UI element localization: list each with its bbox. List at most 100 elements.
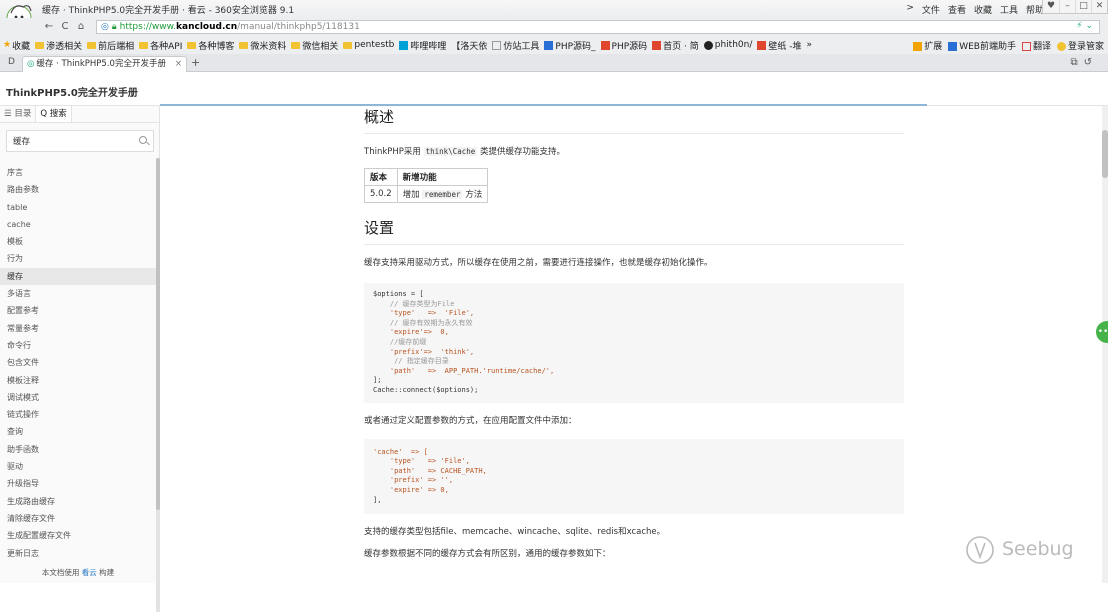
bookmark-item[interactable]: 各种博客 — [187, 39, 234, 52]
table-row: 5.0.2 增加 remember 方法 — [364, 185, 489, 203]
seebug-text: Seebug — [1002, 538, 1074, 560]
close-window-icon[interactable]: ✕ — [1091, 0, 1107, 13]
menu-file[interactable]: 文件 — [922, 3, 940, 16]
list-item[interactable]: 常量参考 — [0, 320, 156, 337]
address-bar[interactable]: ◎ 🔒︎ https://www. kancloud.cn/manual/thin… — [96, 20, 1100, 34]
list-item[interactable]: 查询 — [0, 423, 156, 440]
window-controls: ♥ – □ ✕ — [1042, 0, 1108, 14]
tab-tools-icon[interactable]: ⧉↺ — [1070, 57, 1098, 68]
tab-active[interactable]: ◎ 缓存 · ThinkPHP5.0完全开发手册 × — [22, 56, 187, 72]
sidebar-toggle-icon[interactable]: D — [8, 57, 15, 67]
bookmark-item[interactable]: 首页 · 简 — [652, 39, 699, 52]
doc-sidebar: ☰ 目录 Q 搜索 序言 路由参数 table cache 模板 行为 缓存 多… — [0, 106, 160, 612]
url-path: /manual/thinkphp5/118131 — [237, 22, 360, 32]
bookmark-item[interactable]: pentestb — [343, 40, 394, 50]
menu-favorites[interactable]: 收藏 — [974, 3, 992, 16]
menu-nav-arrow-icon[interactable]: > — [906, 3, 914, 16]
bookmark-item[interactable]: 【洛天依 — [451, 39, 487, 52]
search-input[interactable] — [7, 131, 127, 151]
menu-view[interactable]: 查看 — [948, 3, 966, 16]
bookmark-item[interactable]: phith0n/ — [703, 40, 752, 50]
bookmark-item[interactable]: PHP源码 — [600, 39, 647, 52]
list-item[interactable]: table — [0, 199, 156, 216]
minimize-icon[interactable]: – — [1059, 0, 1075, 13]
skin-icon[interactable]: ♥ — [1043, 0, 1059, 13]
bookmark-item[interactable]: 渗透相关 — [35, 39, 82, 52]
home-icon[interactable]: ⌂ — [74, 20, 88, 34]
list-item[interactable]: 清除缓存文件 — [0, 510, 156, 527]
version-table: 版本 新增功能 5.0.2 增加 remember 方法 — [364, 168, 489, 203]
bookmark-item[interactable]: 微米资料 — [239, 39, 286, 52]
browser-menu: > 文件 查看 收藏 工具 帮助 — [906, 3, 1044, 16]
bookmarks-more[interactable]: » — [807, 40, 813, 50]
list-item[interactable]: 模板 — [0, 233, 156, 250]
url-host: kancloud.cn — [176, 22, 238, 32]
list-item[interactable]: 生成配置缓存文件 — [0, 527, 156, 544]
sidebar-search-box — [6, 130, 154, 152]
table-header: 新增功能 — [396, 168, 489, 186]
web-helper-button[interactable]: WEB前端助手 — [948, 39, 1016, 52]
main-scrollbar-thumb[interactable] — [1102, 130, 1108, 178]
tab-close-icon[interactable]: × — [175, 57, 182, 71]
list-item[interactable]: 包含文件 — [0, 354, 156, 371]
refresh-icon[interactable]: C — [58, 20, 72, 34]
bookmark-item[interactable]: 仿站工具 — [492, 39, 539, 52]
bookmark-item[interactable]: 微信相关 — [291, 39, 338, 52]
back-icon[interactable]: ← — [42, 20, 56, 34]
list-item-active[interactable]: 缓存 — [0, 267, 156, 286]
list-item[interactable]: 配置参考 — [0, 302, 156, 319]
seebug-logo-icon — [966, 536, 994, 564]
folder-icon — [239, 41, 249, 49]
bookmark-item[interactable]: 壁纸 -堆 — [757, 39, 802, 52]
list-item[interactable]: 模板注释 — [0, 372, 156, 389]
list-item[interactable]: 命令行 — [0, 337, 156, 354]
page-icon — [492, 40, 502, 50]
table-cell: 增加 remember 方法 — [396, 185, 489, 203]
bookmark-item[interactable]: PHP源码_ — [544, 39, 596, 52]
list-item[interactable]: 生成路由缓存 — [0, 493, 156, 510]
list-item[interactable]: 序言 — [0, 164, 156, 181]
page-title[interactable]: ThinkPHP5.0完全开发手册 — [6, 84, 138, 99]
tab-strip: D ◎ 缓存 · ThinkPHP5.0完全开发手册 × + ⧉↺ — [0, 54, 1108, 72]
list-item[interactable]: cache — [0, 216, 156, 233]
search-icon[interactable] — [139, 136, 147, 144]
bookmark-tools: 扩展 WEB前端助手 翻译 登录管家 — [913, 36, 1104, 54]
new-tab-button[interactable]: + — [191, 56, 200, 69]
extension-icon — [913, 41, 923, 51]
tab-search[interactable]: Q 搜索 — [35, 106, 72, 122]
menu-tools[interactable]: 工具 — [1000, 3, 1018, 16]
inline-code: think\Cache — [423, 147, 478, 156]
extensions-button[interactable]: 扩展 — [913, 39, 942, 52]
list-item[interactable]: 路由参数 — [0, 181, 156, 198]
float-share-icon[interactable]: •• — [1096, 321, 1108, 343]
code-block-config: 'cache' => [ 'type' => 'File', 'path' =>… — [364, 438, 904, 515]
speed-icon[interactable]: ⚡ ⌄ — [1076, 21, 1093, 31]
table-header: 版本 — [364, 168, 398, 186]
maximize-icon[interactable]: □ — [1075, 0, 1091, 13]
params-paragraph: 缓存参数根据不同的缓存方式会有所区别，通用的缓存参数如下： — [364, 549, 611, 560]
list-item[interactable]: 更新日志 — [0, 545, 156, 562]
list-item[interactable]: 升级指导 — [0, 475, 156, 492]
php-icon — [544, 40, 554, 50]
bookmark-favorites[interactable]: ★ 收藏 — [3, 39, 30, 52]
bookmark-item[interactable]: 各种API — [139, 39, 182, 52]
supported-types-paragraph: 支持的缓存类型包括file、memcache、wincache、sqlite、r… — [364, 527, 666, 538]
key-icon — [1056, 41, 1066, 51]
site-favicon-icon: ◎ — [27, 59, 35, 69]
list-item[interactable]: 行为 — [0, 250, 156, 267]
folder-icon — [139, 41, 149, 49]
kancloud-link[interactable]: 看云 — [82, 568, 97, 577]
translate-button[interactable]: 翻译 — [1021, 39, 1051, 52]
list-item[interactable]: 链式操作 — [0, 406, 156, 423]
list-item[interactable]: 调试模式 — [0, 389, 156, 406]
tab-catalog[interactable]: ☰ 目录 — [0, 106, 35, 122]
bookmark-item[interactable]: 哔哩哔哩 — [399, 39, 446, 52]
php-icon — [600, 40, 610, 50]
seebug-watermark: Seebug — [964, 535, 1084, 565]
list-item[interactable]: 助手函数 — [0, 441, 156, 458]
list-item[interactable]: 多语言 — [0, 285, 156, 302]
bookmark-item[interactable]: 前后端相 — [87, 39, 134, 52]
login-manager-button[interactable]: 登录管家 — [1056, 39, 1104, 52]
list-item[interactable]: 驱动 — [0, 458, 156, 475]
sidebar-scrollbar-thumb[interactable] — [156, 158, 160, 510]
